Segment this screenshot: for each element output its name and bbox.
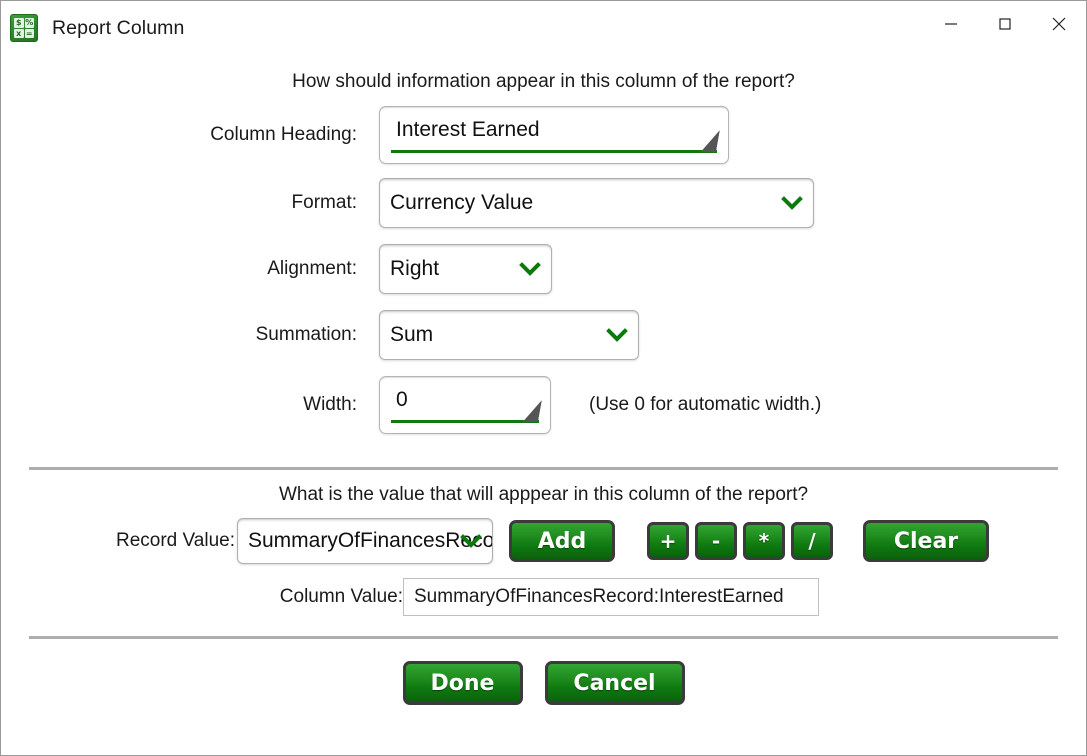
record-value-value: SummaryOfFinancesRecord bbox=[238, 529, 492, 553]
alignment-select[interactable]: Right bbox=[379, 244, 552, 294]
input-underline bbox=[391, 150, 717, 153]
row-width: Width: 0 (Use 0 for automatic width.) bbox=[1, 376, 1086, 434]
appearance-prompt: How should information appear in this co… bbox=[1, 71, 1086, 93]
report-column-dialog: $ % x = Report Column bbox=[0, 0, 1087, 756]
chevron-down-icon bbox=[606, 327, 628, 343]
row-summation: Summation: Sum bbox=[1, 310, 1086, 360]
operator-divide-button[interactable]: / bbox=[791, 522, 833, 560]
operator-minus-button[interactable]: - bbox=[695, 522, 737, 560]
column-value-display: SummaryOfFinancesRecord:InterestEarned bbox=[403, 578, 819, 616]
record-value-label: Record Value: bbox=[1, 530, 235, 552]
title-bar: $ % x = Report Column bbox=[1, 0, 1086, 55]
summation-select[interactable]: Sum bbox=[379, 310, 639, 360]
row-column-value: Column Value: SummaryOfFinancesRecord:In… bbox=[1, 578, 1086, 616]
summation-label: Summation: bbox=[1, 324, 379, 346]
row-column-heading: Column Heading: Interest Earned bbox=[1, 106, 1086, 164]
calculator-icon: $ % x = bbox=[10, 14, 38, 42]
window-title: Report Column bbox=[52, 17, 184, 40]
chevron-down-icon bbox=[519, 261, 541, 277]
window-controls bbox=[924, 1, 1086, 47]
operator-button-group: + - * / bbox=[647, 522, 833, 560]
width-hint: (Use 0 for automatic width.) bbox=[589, 394, 821, 416]
column-heading-value: Interest Earned bbox=[380, 118, 728, 152]
row-format: Format: Currency Value bbox=[1, 178, 1086, 228]
format-value: Currency Value bbox=[380, 191, 813, 215]
section-divider-bottom bbox=[29, 636, 1058, 639]
row-alignment: Alignment: Right bbox=[1, 244, 1086, 294]
chevron-down-icon bbox=[781, 195, 803, 211]
column-value-text: SummaryOfFinancesRecord:InterestEarned bbox=[414, 586, 784, 608]
section-divider-top bbox=[29, 467, 1058, 470]
maximize-button[interactable] bbox=[978, 1, 1032, 47]
width-input[interactable]: 0 bbox=[379, 376, 551, 434]
operator-plus-button[interactable]: + bbox=[647, 522, 689, 560]
clear-button[interactable]: Clear bbox=[863, 520, 989, 562]
summation-value: Sum bbox=[380, 323, 638, 347]
record-value-select[interactable]: SummaryOfFinancesRecord bbox=[237, 518, 493, 564]
close-button[interactable] bbox=[1032, 1, 1086, 47]
add-button[interactable]: Add bbox=[509, 520, 615, 562]
row-record-value: Record Value: SummaryOfFinancesRecord Ad… bbox=[1, 518, 1086, 564]
close-icon bbox=[1050, 15, 1068, 33]
cancel-button[interactable]: Cancel bbox=[545, 661, 685, 705]
icon-glyph-percent: % bbox=[25, 18, 35, 28]
minimize-icon bbox=[943, 16, 959, 32]
footer-button-bar: Done Cancel bbox=[1, 661, 1086, 705]
icon-glyph-dollar: $ bbox=[14, 18, 24, 28]
icon-glyph-equals: = bbox=[25, 29, 35, 39]
column-heading-label: Column Heading: bbox=[1, 124, 379, 146]
input-underline bbox=[391, 420, 539, 423]
minimize-button[interactable] bbox=[924, 1, 978, 47]
chevron-down-icon bbox=[460, 533, 482, 549]
done-button[interactable]: Done bbox=[403, 661, 523, 705]
column-value-label: Column Value: bbox=[1, 586, 403, 608]
value-prompt: What is the value that will apppear in t… bbox=[1, 484, 1086, 506]
format-select[interactable]: Currency Value bbox=[379, 178, 814, 228]
icon-glyph-multiply: x bbox=[14, 29, 24, 39]
width-label: Width: bbox=[1, 394, 379, 416]
width-value: 0 bbox=[380, 388, 550, 422]
maximize-icon bbox=[997, 16, 1013, 32]
operator-multiply-button[interactable]: * bbox=[743, 522, 785, 560]
format-label: Format: bbox=[1, 192, 379, 214]
alignment-label: Alignment: bbox=[1, 258, 379, 280]
column-heading-input[interactable]: Interest Earned bbox=[379, 106, 729, 164]
